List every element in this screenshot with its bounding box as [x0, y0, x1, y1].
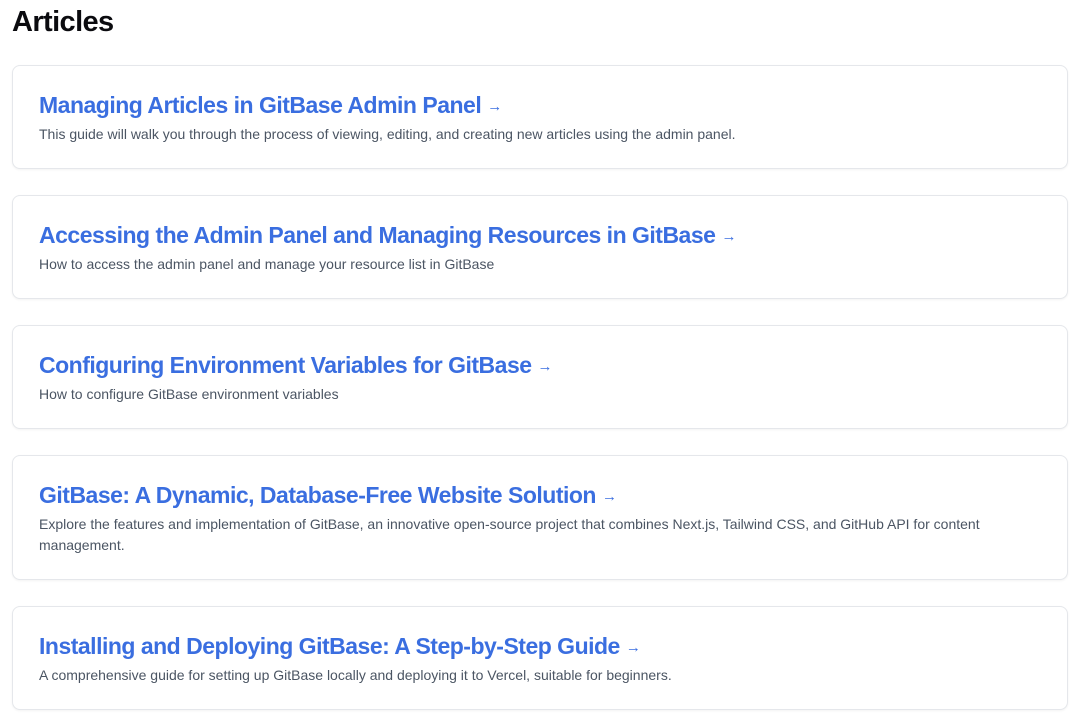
article-description: How to access the admin panel and manage…: [39, 256, 495, 272]
arrow-right-icon: →: [487, 98, 503, 115]
article-title-link[interactable]: Managing Articles in GitBase Admin Panel: [39, 92, 482, 118]
article-title-link[interactable]: Installing and Deploying GitBase: A Step…: [39, 633, 620, 659]
arrow-right-icon: →: [537, 358, 553, 375]
article-card[interactable]: Accessing the Admin Panel and Managing R…: [12, 195, 1068, 299]
article-card[interactable]: GitBase: A Dynamic, Database-Free Websit…: [12, 455, 1068, 580]
arrow-right-icon: →: [721, 228, 737, 245]
article-description: This guide will walk you through the pro…: [39, 126, 736, 142]
article-title-link[interactable]: Accessing the Admin Panel and Managing R…: [39, 222, 716, 248]
article-card[interactable]: Configuring Environment Variables for Gi…: [12, 325, 1068, 429]
page-title: Articles: [12, 6, 114, 38]
article-list: Managing Articles in GitBase Admin Panel…: [12, 65, 1068, 723]
article-description: How to configure GitBase environment var…: [39, 386, 339, 402]
article-title-link[interactable]: GitBase: A Dynamic, Database-Free Websit…: [39, 482, 596, 508]
page: Articles Managing Articles in GitBase Ad…: [0, 0, 1080, 723]
article-description: A comprehensive guide for setting up Git…: [39, 667, 672, 683]
arrow-right-icon: →: [601, 488, 617, 505]
arrow-right-icon: →: [625, 639, 641, 656]
article-description: Explore the features and implementation …: [39, 516, 980, 553]
article-card[interactable]: Installing and Deploying GitBase: A Step…: [12, 606, 1068, 710]
article-title-link[interactable]: Configuring Environment Variables for Gi…: [39, 352, 532, 378]
article-card[interactable]: Managing Articles in GitBase Admin Panel…: [12, 65, 1068, 169]
